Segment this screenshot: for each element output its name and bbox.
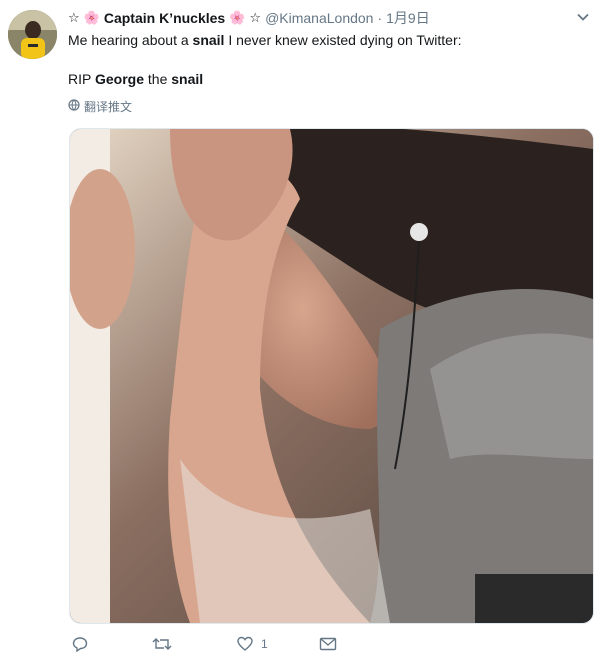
like-count: 1 — [261, 637, 268, 651]
envelope-icon — [319, 636, 337, 652]
tweet-text-highlight: George — [94, 71, 144, 87]
like-button[interactable]: 1 — [237, 636, 268, 652]
retweet-button[interactable] — [152, 636, 172, 652]
user-handle[interactable]: @KimanaLondon — [265, 10, 373, 26]
flower-icon: 🌸 — [229, 10, 246, 25]
separator-dot: · — [377, 10, 383, 26]
translate-tweet-link[interactable]: 翻译推文 — [68, 98, 132, 115]
heart-icon — [237, 636, 253, 652]
tweet-text-line-2: RIP George the snail — [68, 70, 203, 88]
tweet-actions: 1 — [68, 636, 368, 654]
tweet-photo[interactable] — [69, 128, 594, 624]
flower-icon: 🌸 — [83, 10, 100, 25]
tweet-text-segment: RIP — [68, 71, 95, 87]
avatar[interactable] — [8, 10, 57, 59]
tweet-text-segment: I never knew existed dying on Twitter: — [224, 32, 462, 48]
chevron-down-icon[interactable] — [576, 10, 590, 24]
tweet-text-segment: Me hearing about a — [68, 32, 193, 48]
display-name[interactable]: Captain K’nuckles — [104, 10, 225, 26]
globe-icon — [68, 99, 80, 114]
translate-label: 翻译推文 — [84, 100, 133, 114]
reply-icon — [72, 636, 88, 652]
retweet-icon — [152, 636, 172, 652]
tweet-text-highlight: snail — [171, 71, 204, 87]
tweet-text-line-1: Me hearing about a snail I never knew ex… — [68, 31, 462, 49]
tweet-date[interactable]: 1月9日 — [386, 8, 430, 28]
star-icon: ☆ — [68, 10, 80, 25]
tweet-text-highlight: snail — [192, 32, 225, 48]
reply-button[interactable] — [72, 636, 88, 652]
message-button[interactable] — [319, 636, 337, 652]
star-icon: ☆ — [249, 10, 262, 25]
tweet-text-segment: the — [144, 71, 172, 87]
tweet-header: ☆ 🌸 Captain K’nuckles 🌸 ☆ @KimanaLondon … — [68, 8, 592, 28]
tweet: ☆ 🌸 Captain K’nuckles 🌸 ☆ @KimanaLondon … — [0, 0, 600, 654]
